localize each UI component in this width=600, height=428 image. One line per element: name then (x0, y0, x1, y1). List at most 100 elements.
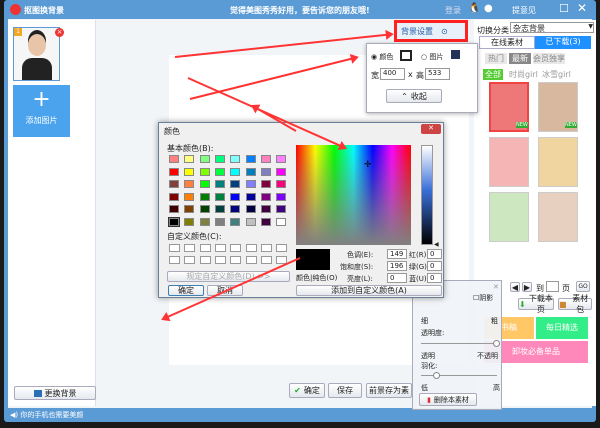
weibo-icon[interactable]: ● (484, 3, 493, 14)
custom-color-slot[interactable] (276, 244, 288, 252)
confirm-button[interactable]: ✔ 确定 (289, 383, 325, 398)
color-swatch[interactable] (184, 167, 195, 176)
color-spectrum[interactable]: ✛ (296, 145, 411, 245)
color-swatch[interactable] (276, 217, 287, 226)
color-swatch[interactable] (276, 192, 287, 201)
collapse-button[interactable]: ⌃ 收起 (386, 89, 442, 103)
category-select[interactable]: 杂志背景 ▼ (510, 22, 594, 33)
subtab-new[interactable]: 最新 (509, 53, 531, 64)
color-swatch[interactable] (245, 167, 256, 176)
color-swatch[interactable] (276, 180, 287, 188)
custom-color-slot[interactable] (184, 256, 196, 264)
color-swatch[interactable] (230, 155, 241, 163)
download-page-button[interactable]: ⬇ 下载本页 (518, 294, 554, 314)
color-swatch[interactable] (199, 167, 210, 176)
save-foreground-button[interactable]: 前景存为素 (366, 383, 412, 398)
feedback-link[interactable]: 提意见 (512, 5, 536, 16)
prev-page-button[interactable]: ◀ (510, 282, 520, 292)
luminance-slider[interactable] (421, 145, 433, 245)
color-swatch[interactable] (260, 192, 271, 201)
color-swatch[interactable] (199, 205, 210, 213)
color-swatch[interactable] (199, 155, 210, 163)
color-swatch[interactable] (184, 155, 195, 163)
color-swatch[interactable] (276, 167, 287, 176)
filter-fashion[interactable]: 时尚girl (509, 69, 538, 80)
image-picker-icon[interactable] (451, 50, 460, 59)
custom-color-slot[interactable] (230, 244, 242, 252)
color-swatch[interactable] (169, 155, 179, 163)
tab-online[interactable]: 在线素材 (479, 36, 535, 49)
color-swatch[interactable] (199, 180, 210, 188)
color-swatch[interactable] (260, 155, 271, 163)
custom-color-slot[interactable] (260, 244, 272, 252)
custom-color-slot[interactable] (214, 244, 226, 252)
color-swatch[interactable] (260, 217, 271, 226)
opacity-slider[interactable] (421, 340, 500, 347)
color-swatch-button[interactable] (400, 50, 412, 61)
material-thumb[interactable] (489, 137, 529, 187)
height-input[interactable]: 533 (425, 68, 450, 80)
subtab-vip[interactable]: 会员独享 (533, 53, 565, 64)
custom-color-slot[interactable] (169, 244, 180, 252)
color-swatch[interactable] (214, 192, 225, 201)
material-thumb[interactable] (538, 137, 578, 187)
filter-all[interactable]: 全部 (483, 69, 503, 80)
maximize-button[interactable]: ☐ (559, 2, 569, 15)
color-swatch[interactable] (230, 167, 241, 176)
custom-color-slot[interactable] (245, 256, 257, 264)
color-swatch[interactable] (260, 180, 271, 188)
material-thumb[interactable] (489, 192, 529, 242)
slider-handle[interactable] (433, 372, 440, 379)
dialog-close-button[interactable]: ✕ (421, 124, 441, 134)
color-swatch[interactable] (169, 192, 179, 201)
color-swatch[interactable] (245, 155, 256, 163)
tile-daily-picks[interactable]: 每日精选 (536, 317, 588, 339)
custom-color-slot[interactable] (260, 256, 272, 264)
color-swatch[interactable] (230, 205, 241, 213)
custom-color-slot[interactable] (184, 244, 196, 252)
color-swatch[interactable] (214, 205, 225, 213)
material-pack-button[interactable]: ■ 素材包 (558, 294, 592, 314)
page-input[interactable] (546, 281, 559, 292)
color-swatch[interactable] (214, 155, 225, 163)
subtab-hot[interactable]: 热门 (485, 53, 507, 64)
define-custom-colors-button[interactable]: 规定自定义颜色(D) >> (167, 271, 290, 282)
color-swatch[interactable] (169, 205, 179, 213)
custom-color-slot[interactable] (199, 256, 211, 264)
color-swatch[interactable] (169, 167, 179, 176)
hue-input[interactable]: 149 (387, 249, 407, 259)
qq-icon[interactable]: 🐧 (468, 3, 480, 14)
color-swatch[interactable] (245, 192, 256, 201)
color-swatch[interactable] (230, 180, 241, 188)
luminance-arrow-icon[interactable]: ◀ (434, 241, 439, 248)
change-background-button[interactable]: 更换背景 (14, 386, 96, 400)
blue-input[interactable]: 0 (427, 273, 442, 283)
color-swatch[interactable] (230, 217, 241, 226)
login-link[interactable]: 登录 (445, 5, 461, 16)
save-button[interactable]: 保存 (328, 383, 362, 398)
ok-button[interactable]: 确定 (168, 285, 204, 296)
color-swatch[interactable] (260, 205, 271, 213)
color-swatch[interactable] (260, 167, 271, 176)
color-radio[interactable]: ◉ 颜色 (371, 52, 393, 62)
feather-slider[interactable] (421, 372, 497, 379)
color-swatch[interactable] (184, 180, 195, 188)
tab-downloaded[interactable]: 已下载(3) (535, 36, 591, 49)
color-swatch[interactable] (230, 192, 241, 201)
color-swatch[interactable] (276, 155, 287, 163)
delete-material-button[interactable]: ▮ 删除本素材 (419, 393, 477, 406)
custom-color-slot[interactable] (245, 244, 257, 252)
color-swatch[interactable] (245, 217, 256, 226)
color-swatch[interactable] (169, 180, 179, 188)
slider-handle[interactable] (493, 340, 500, 347)
color-swatch[interactable] (245, 205, 256, 213)
add-custom-color-button[interactable]: 添加到自定义颜色(A) (296, 285, 442, 296)
filter-snow[interactable]: 冰雪girl (542, 69, 571, 80)
color-swatch[interactable] (168, 216, 180, 227)
custom-color-slot[interactable] (169, 256, 180, 264)
red-input[interactable]: 0 (427, 249, 442, 259)
color-swatch[interactable] (214, 180, 225, 188)
custom-color-slot[interactable] (230, 256, 242, 264)
go-button[interactable]: GO (576, 281, 590, 292)
remove-photo-icon[interactable]: × (55, 28, 64, 37)
